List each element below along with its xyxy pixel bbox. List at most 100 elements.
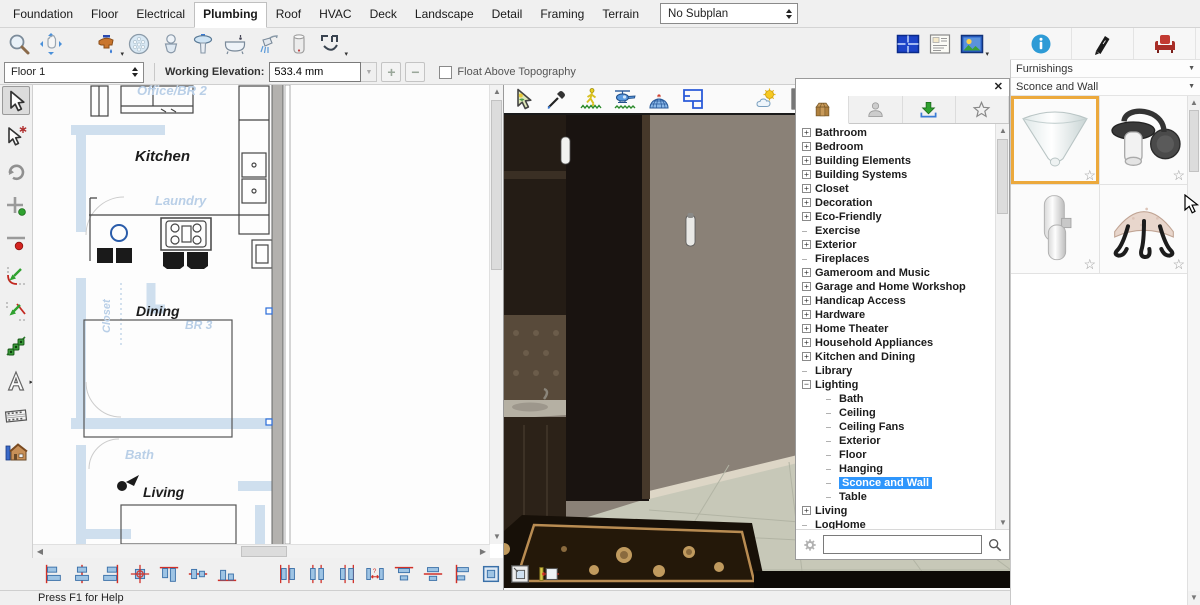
furnishing-item-barn-sconce[interactable]: ☆: [1100, 96, 1188, 184]
tree-expander-icon[interactable]: +: [802, 310, 811, 319]
tree-expander-icon[interactable]: +: [802, 198, 811, 207]
align-center-button[interactable]: [69, 561, 95, 587]
tree-item-garage-and-home-workshop[interactable]: +Garage and Home Workshop: [796, 280, 995, 294]
tree-item-fireplaces[interactable]: ‒Fireplaces: [796, 252, 995, 266]
chair-button[interactable]: [1134, 28, 1196, 59]
resize-object-button[interactable]: [536, 561, 562, 587]
text-button[interactable]: ▸: [2, 366, 30, 395]
elevation-increase-button[interactable]: +: [381, 62, 401, 82]
search-icon[interactable]: [987, 537, 1003, 553]
scroll-thumb[interactable]: [491, 100, 502, 270]
tree-item-bathroom[interactable]: +Bathroom: [796, 126, 995, 140]
distribute-center-button[interactable]: [304, 561, 330, 587]
tree-expander-icon[interactable]: +: [802, 338, 811, 347]
furnishings-scrollbar[interactable]: ▲ ▼: [1187, 96, 1200, 605]
fillet-button[interactable]: [2, 261, 30, 290]
tree-item-ceiling-fans[interactable]: ‒Ceiling Fans: [796, 420, 995, 434]
favorite-star-icon[interactable]: ☆: [1172, 167, 1185, 184]
camera-view-button[interactable]: ▾: [957, 29, 987, 59]
select3d-button[interactable]: [508, 84, 538, 114]
point-marker-button[interactable]: [2, 191, 30, 220]
tree-expander-icon[interactable]: +: [802, 240, 811, 249]
scroll-thumb[interactable]: [241, 546, 287, 557]
tree-item-decoration[interactable]: +Decoration: [796, 196, 995, 210]
favorite-star-icon[interactable]: ☆: [1083, 167, 1096, 184]
scroll-right-icon[interactable]: ▶: [476, 545, 490, 559]
tree-expander-icon[interactable]: +: [802, 212, 811, 221]
tree-item-exterior[interactable]: ‒Exterior: [796, 434, 995, 448]
eyedropper-button[interactable]: [542, 84, 572, 114]
tree-expander-icon[interactable]: −: [802, 380, 811, 389]
row-align-left-button[interactable]: [449, 561, 475, 587]
tab-detail[interactable]: Detail: [483, 2, 532, 27]
tree-item-bath[interactable]: ‒Bath: [796, 392, 995, 406]
tree-expander-icon[interactable]: +: [802, 142, 811, 151]
line-point-button[interactable]: [2, 226, 30, 255]
float-above-topography-checkbox[interactable]: [439, 66, 452, 79]
align-middle-button[interactable]: [185, 561, 211, 587]
tab-hvac[interactable]: HVAC: [310, 2, 360, 27]
tree-item-library[interactable]: ‒Library: [796, 364, 995, 378]
library-tab-package[interactable]: [796, 96, 849, 124]
drain-button[interactable]: [124, 29, 154, 59]
make-same-size-button[interactable]: [478, 561, 504, 587]
row-align-top-button[interactable]: [391, 561, 417, 587]
furnishing-item-cylinder-sconce[interactable]: ☆: [1011, 185, 1099, 273]
plan-horizontal-scrollbar[interactable]: ◀ ▶: [33, 544, 490, 558]
tab-framing[interactable]: Framing: [531, 2, 593, 27]
floorplan-button[interactable]: [678, 84, 708, 114]
walkthrough-button[interactable]: [2, 401, 30, 430]
sink-button[interactable]: [188, 29, 218, 59]
tab-roof[interactable]: Roof: [267, 2, 310, 27]
tree-item-lighting[interactable]: −Lighting: [796, 378, 995, 392]
scroll-up-icon[interactable]: ▲: [1188, 96, 1200, 110]
tree-expander-icon[interactable]: +: [802, 296, 811, 305]
toilet-button[interactable]: [156, 29, 186, 59]
layout-view-button[interactable]: [925, 29, 955, 59]
tab-deck[interactable]: Deck: [361, 2, 406, 27]
category-header[interactable]: Sconce and Wall ▼: [1011, 78, 1200, 96]
tree-item-closet[interactable]: +Closet: [796, 182, 995, 196]
scroll-down-icon[interactable]: ▼: [996, 516, 1009, 529]
sprinkler-button[interactable]: [2, 331, 30, 360]
scroll-thumb[interactable]: [1189, 110, 1199, 172]
tree-item-living[interactable]: +Living: [796, 504, 995, 518]
plan-vertical-scrollbar[interactable]: ▲ ▼: [489, 85, 503, 544]
tree-item-ceiling[interactable]: ‒Ceiling: [796, 406, 995, 420]
elevation-decrease-button[interactable]: −: [405, 62, 425, 82]
tree-item-home-theater[interactable]: +Home Theater: [796, 322, 995, 336]
library-tab-download[interactable]: [903, 96, 956, 123]
pan-button[interactable]: [36, 29, 66, 59]
dropdown-caret-icon[interactable]: ▾: [344, 51, 348, 58]
water-heater-button[interactable]: [284, 29, 314, 59]
library-tree-scrollbar[interactable]: ▲ ▼: [995, 124, 1009, 529]
scroll-left-icon[interactable]: ◀: [33, 545, 47, 559]
tree-item-kitchen-and-dining[interactable]: +Kitchen and Dining: [796, 350, 995, 364]
tree-item-sconce-and-wall[interactable]: ‒Sconce and Wall: [796, 476, 995, 490]
favorite-star-icon[interactable]: ☆: [1172, 256, 1185, 273]
pipe-fittings-button[interactable]: ▾: [316, 29, 346, 59]
close-icon[interactable]: ✕: [994, 82, 1003, 93]
tree-item-loghome[interactable]: ‒LogHome: [796, 518, 995, 529]
tab-electrical[interactable]: Electrical: [127, 2, 194, 27]
tree-expander-icon[interactable]: +: [802, 506, 811, 515]
align-left-button[interactable]: [40, 561, 66, 587]
spinner-icon[interactable]: [782, 9, 795, 19]
align-right-button[interactable]: [98, 561, 124, 587]
tree-item-bedroom[interactable]: +Bedroom: [796, 140, 995, 154]
tree-item-eco-friendly[interactable]: +Eco-Friendly: [796, 210, 995, 224]
distribute-right-button[interactable]: [333, 561, 359, 587]
rotate-button[interactable]: [2, 156, 30, 185]
subplan-select[interactable]: No Subplan: [660, 3, 798, 24]
floor-select[interactable]: Floor 1: [4, 62, 144, 83]
elevation-dropdown-icon[interactable]: ▼: [361, 62, 377, 82]
tree-expander-icon[interactable]: +: [802, 324, 811, 333]
plan-view-button[interactable]: [893, 29, 923, 59]
chamfer-button[interactable]: [2, 296, 30, 325]
align-bottom-button[interactable]: [214, 561, 240, 587]
nested-objects-button[interactable]: [507, 561, 533, 587]
dropdown-caret-icon[interactable]: ▾: [985, 51, 989, 58]
working-elevation-input[interactable]: [269, 62, 361, 82]
shower-button[interactable]: [252, 29, 282, 59]
center-object-button[interactable]: [127, 561, 153, 587]
